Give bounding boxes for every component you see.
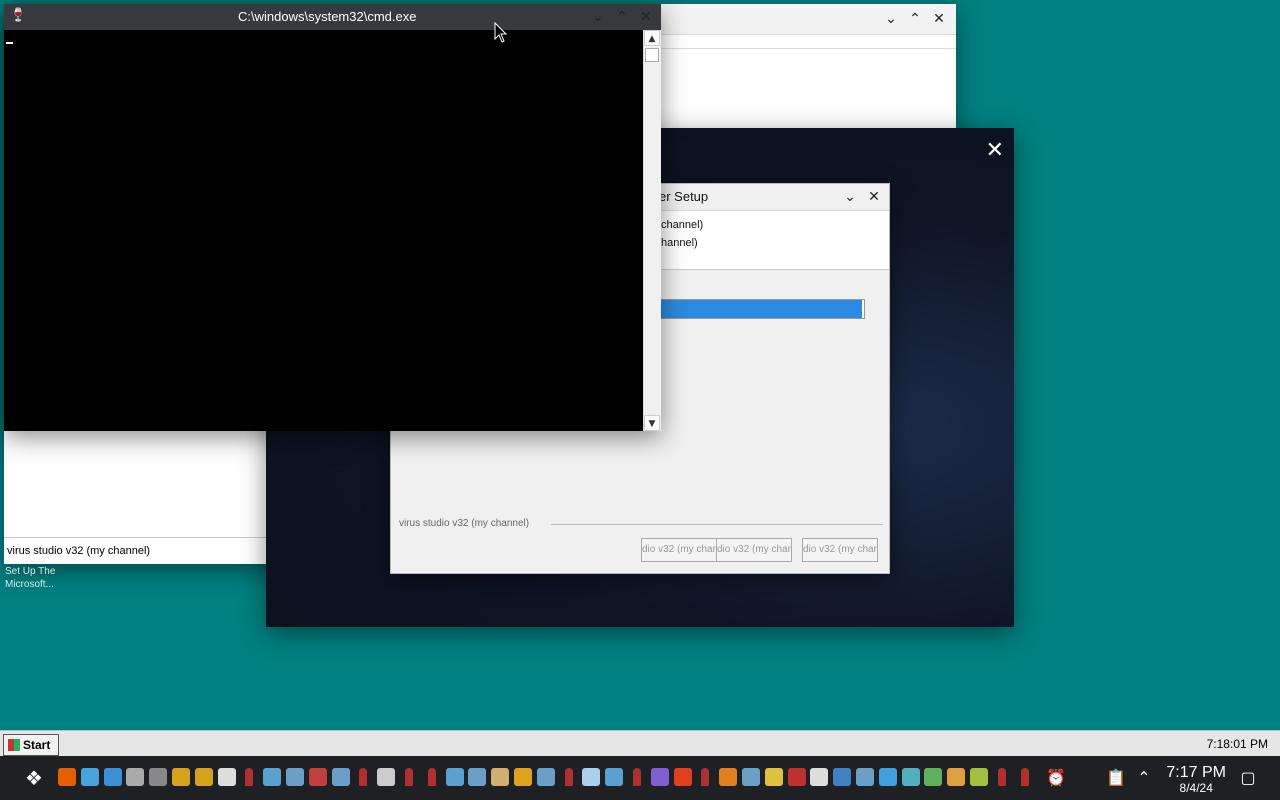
wine-glass-icon: 🍷 [10,8,27,23]
network-icon[interactable] [263,768,282,786]
folder-icon[interactable] [103,768,122,786]
classic-clock: 7:18:01 PM [1206,737,1268,751]
alarm-clock-icon[interactable]: ⏰ [1046,768,1066,788]
setup-title: er Setup [659,189,709,204]
desktop-label-line: Set Up The [5,566,56,577]
progress-fill [648,300,862,318]
clock-date: 8/4/24 [1179,781,1213,795]
app-icon[interactable] [947,768,966,786]
start-label: Start [23,738,51,752]
scroll-down-icon[interactable]: ▼ [644,415,660,431]
cloud-icon[interactable] [582,768,601,786]
minimize-icon[interactable]: ⌄ [841,188,859,206]
next-button[interactable]: dio v32 (my channel) [716,538,792,562]
wine-glass-icon[interactable] [405,768,413,786]
close-icon[interactable]: ✕ [930,10,948,28]
back-button[interactable]: dio v32 (my channel) [641,538,717,562]
taskbar: ❖ ⏰ 📋 ⌃ 7:17 PM 8/4/24 ▢ [0,756,1280,800]
desktop-label-line: Microsoft... [5,579,54,590]
install-progress-bar [647,299,865,319]
cmd-titlebar[interactable]: 🍷 C:\windows\system32\cmd.exe ⌄ ⌃ ✕ [4,4,661,30]
terminal-icon[interactable] [126,768,145,786]
mouse-pointer-icon [494,22,508,43]
app-icon[interactable] [286,768,304,786]
app-icon[interactable] [308,768,327,786]
wine-glass-icon[interactable] [427,768,436,786]
wine-glass-icon[interactable] [1020,768,1029,786]
gamepad-icon[interactable] [742,768,760,786]
header-title: channel) [661,219,704,231]
scroll-up-icon[interactable]: ▲ [644,30,660,46]
app-icon[interactable] [878,768,897,786]
app-icon[interactable] [719,768,738,786]
app-icon[interactable] [468,768,487,786]
windows-logo-icon [8,739,20,751]
firefox-icon[interactable] [58,768,76,786]
chevron-icon[interactable] [149,768,168,786]
app-icon[interactable] [901,768,920,786]
wine-glass-icon[interactable] [359,768,368,786]
notifications-icon[interactable]: ▢ [1238,768,1258,788]
text-cursor [6,42,13,44]
app-icon[interactable] [331,768,350,786]
close-icon[interactable]: ✕ [637,8,655,26]
clock-time: 7:17 PM [1166,764,1226,781]
app-icon[interactable] [856,768,874,786]
app-icon[interactable] [833,768,852,786]
wine-glass-icon[interactable] [245,768,254,786]
scrollbar-thumb[interactable] [645,48,659,62]
clipboard-icon[interactable]: 📋 [1106,768,1126,788]
file-manager-icon[interactable] [80,768,99,786]
app-icon[interactable] [810,768,829,786]
minimize-icon[interactable]: ⌄ [882,10,900,28]
system-clock[interactable]: 7:17 PM 8/4/24 [1166,764,1226,795]
chrome-icon[interactable] [514,768,532,786]
wine-icon[interactable] [194,768,213,786]
classic-taskbar: Start 7:18:01 PM [0,730,1280,757]
compass-icon[interactable] [377,768,396,786]
chevron-up-icon[interactable]: ⌃ [1134,768,1154,788]
desktop-icon-label[interactable]: Set Up The Microsoft... [5,565,55,591]
wine-glass-icon[interactable] [564,768,573,786]
start-button[interactable]: Start [3,734,59,756]
close-icon[interactable]: ✕ [865,188,883,206]
app-icon[interactable] [970,768,988,786]
header-subtitle: hannel) [661,237,698,249]
pen-icon[interactable] [605,768,624,786]
wine-glass-icon[interactable] [701,768,710,786]
app-icon[interactable] [536,768,555,786]
app-icon[interactable] [491,768,510,786]
app-icon[interactable] [924,768,943,786]
console-output[interactable] [4,30,644,431]
branding-text: virus studio v32 (my channel) [399,518,530,529]
wine-icon[interactable] [172,768,190,786]
wine-glass-icon[interactable] [633,768,641,786]
cancel-button[interactable]: dio v32 (my channel) [802,538,878,562]
app-icon[interactable] [673,768,692,786]
maximize-icon[interactable]: ⌃ [906,10,924,28]
network-icon[interactable] [445,768,464,786]
maximize-icon[interactable]: ⌃ [613,8,631,26]
cmd-window[interactable]: 🍷 C:\windows\system32\cmd.exe ⌄ ⌃ ✕ ▲ ▼ [4,4,661,431]
app-icon[interactable] [787,768,806,786]
cmd-title: C:\windows\system32\cmd.exe [238,9,417,24]
vertical-scrollbar[interactable]: ▲ ▼ [643,30,661,431]
minimize-icon[interactable]: ⌄ [589,8,607,26]
app-launcher-icon[interactable]: ❖ [22,766,46,790]
app-icon[interactable] [764,768,783,786]
wine-glass-icon[interactable] [997,768,1006,786]
close-icon[interactable]: ✕ [986,138,1004,163]
pause-icon[interactable] [217,768,236,786]
divider [551,524,883,525]
app-icon[interactable] [650,768,669,786]
